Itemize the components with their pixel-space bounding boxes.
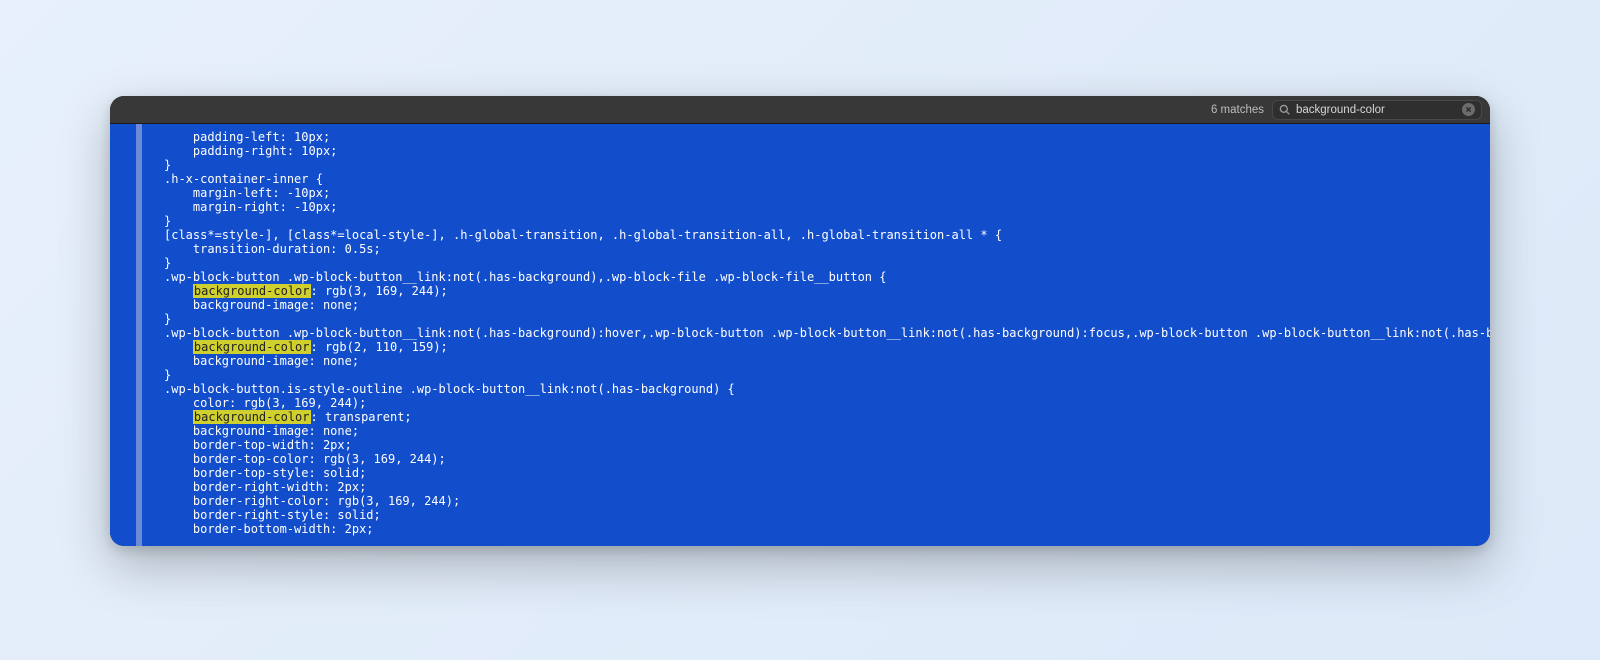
titlebar: 6 matches: [110, 96, 1490, 124]
source-editor[interactable]: padding-left: 10px; padding-right: 10px;…: [110, 124, 1490, 546]
close-icon: [1465, 106, 1472, 113]
search-icon: [1279, 104, 1290, 115]
line-gutter: [110, 124, 154, 546]
code-content[interactable]: padding-left: 10px; padding-right: 10px;…: [154, 124, 1490, 546]
match-count-label: 6 matches: [1211, 104, 1264, 116]
search-input[interactable]: [1296, 104, 1456, 116]
clear-search-button[interactable]: [1462, 103, 1475, 116]
search-field-wrap[interactable]: [1272, 100, 1482, 120]
devtools-window: 6 matches padding-left: 10px; padding-ri…: [110, 96, 1490, 546]
